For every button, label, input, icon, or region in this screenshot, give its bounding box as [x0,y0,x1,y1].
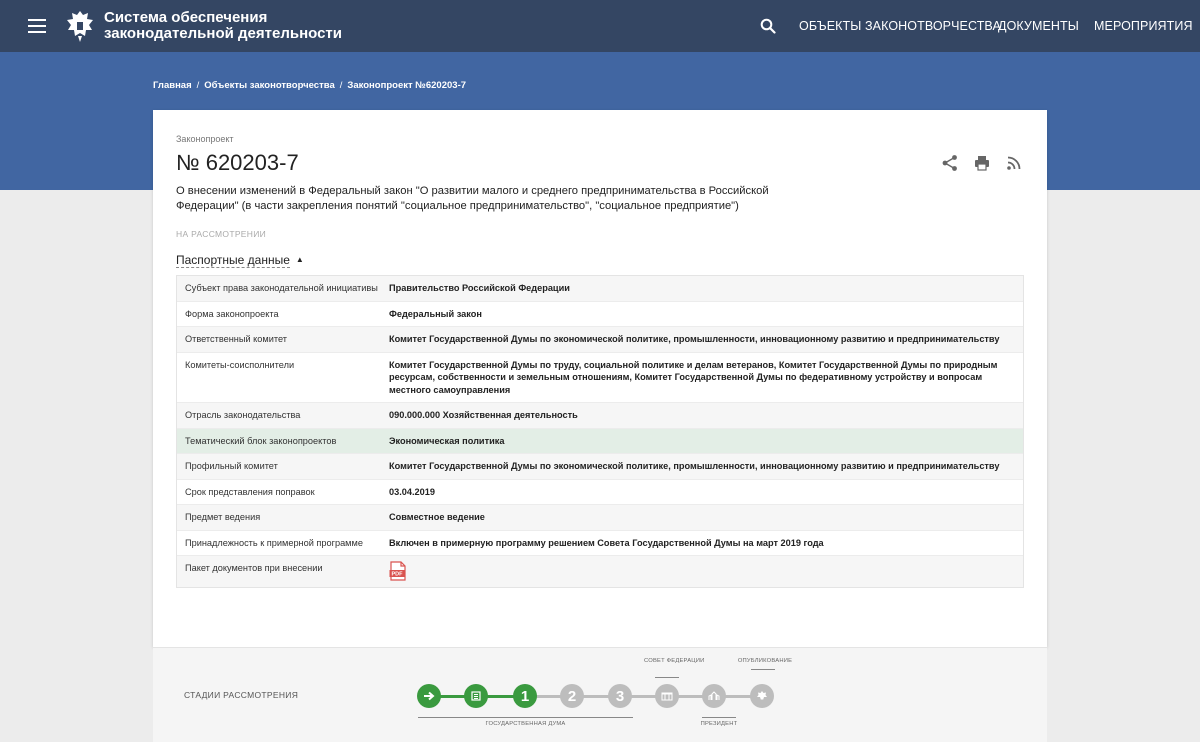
passport-row: Предмет ведения Совместное ведение [177,505,1023,531]
eagle-icon [757,691,767,700]
hamburger-menu-icon[interactable] [28,19,46,33]
caption-president: ПРЕЗИДЕНТ [700,721,738,727]
passport-key: Субъект права законодательной инициативы [185,283,378,293]
passport-table: Субъект права законодательной инициативы… [176,275,1024,588]
stages-section: СТАДИИ РАССМОТРЕНИЯ СОВЕТ ФЕДЕРАЦИИ ОПУБ… [153,647,1047,742]
passport-key: Тематический блок законопроектов [185,435,337,446]
caption-federation-council: СОВЕТ ФЕДЕРАЦИИ [644,658,705,664]
caption-line-president [702,717,736,718]
passport-row: Профильный комитет Комитет Государственно… [177,454,1023,480]
passport-data-toggle[interactable]: Паспортные данные ▲ [176,253,304,268]
bill-actions [941,154,1023,172]
passport-value: 090.000.000 Хозяйственная деятельность [389,410,578,420]
caption-duma: ГОСУДАРСТВЕННАЯ ДУМА [485,721,566,727]
bill-number: № 620203-7 [176,150,299,175]
passport-value: Экономическая политика [389,435,505,446]
svg-text:PDF: PDF [392,572,404,578]
nav-events[interactable]: МЕРОПРИЯТИЯ [1094,19,1193,33]
print-icon[interactable] [973,154,991,172]
passport-key: Пакет документов при внесении [185,563,323,573]
passport-value: Комитет Государственной Думы по экономич… [389,334,1000,344]
stage-third-reading[interactable]: 3 [608,684,632,708]
passport-toggle-label: Паспортные данные [176,253,290,268]
stage-preliminary[interactable] [464,684,488,708]
passport-row: Форма законопроекта Федеральный закон [177,301,1023,327]
caret-up-icon: ▲ [295,255,304,264]
stage-federation-council[interactable] [655,684,679,708]
caption-line-federation-council [655,677,679,678]
passport-key: Предмет ведения [185,512,261,522]
breadcrumb-current: Законопроект №620203-7 [347,80,467,91]
passport-value: Комитет Государственной Думы по труду, с… [389,359,998,395]
passport-key: Ответственный комитет [185,334,287,344]
caption-publication: ОПУБЛИКОВАНИЕ [737,658,793,664]
status-badge: НА РАССМОТРЕНИИ [176,229,267,239]
passport-row: Субъект права законодательной инициативы… [177,276,1023,302]
breadcrumb-legislative-objects[interactable]: Объекты законотворчества [204,80,334,91]
passport-value: PDF [389,556,1023,587]
breadcrumb: Главная / Объекты законотворчества / Законоп… [153,80,467,91]
kremlin-icon [708,691,720,700]
document-list-icon [471,691,481,701]
stage-publication[interactable] [750,684,774,708]
passport-row: Тематический блок законопроектов Экономич… [177,428,1023,454]
share-icon[interactable] [941,154,959,172]
arrow-right-icon [424,691,435,701]
passport-key: Форма законопроекта [185,308,279,319]
passport-key: Отрасль законодательства [185,410,301,420]
passport-row: Отрасль законодательства 090.000.000 Хозя… [177,403,1023,429]
passport-value: 03.04.2019 [389,486,435,497]
caption-line-duma [418,717,633,718]
building-icon [661,692,673,701]
search-icon[interactable] [760,18,776,34]
bill-card: Законопроект № 620203-7 О внесении измен… [153,110,1047,647]
bill-kind: Законопроект [176,134,234,144]
passport-key: Срок представления поправок [185,486,315,497]
stage-president[interactable] [702,684,726,708]
stage-second-reading[interactable]: 2 [560,684,584,708]
passport-row: Ответственный комитет Комитет Государстве… [177,327,1023,353]
emblem-icon[interactable] [64,8,96,44]
passport-key: Профильный комитет [185,461,278,471]
passport-value: Включен в примерную программу решением С… [389,537,824,548]
passport-row: Принадлежность к примерной программе Вклю… [177,530,1023,556]
site-title[interactable]: Система обеспечения законодательной деят… [104,10,344,42]
rss-icon[interactable] [1005,154,1023,172]
passport-key: Комитеты-соисполнители [185,359,295,370]
top-navigation-bar: Система обеспечения законодательной деят… [0,0,1200,52]
nav-legislative-objects[interactable]: ОБЪЕКТЫ ЗАКОНОТВОРЧЕСТВА [799,19,1001,33]
passport-value: Комитет Государственной Думы по экономич… [389,461,1000,471]
nav-documents[interactable]: ДОКУМЕНТЫ [998,19,1079,33]
stages-label: СТАДИИ РАССМОТРЕНИЯ [184,690,299,700]
pdf-icon[interactable]: PDF [389,561,407,581]
stage-introduction[interactable] [417,684,441,708]
caption-line-publication [751,669,775,670]
breadcrumb-home[interactable]: Главная [153,80,192,91]
passport-row: Срок представления поправок 03.04.2019 [177,479,1023,505]
bill-title: О внесении изменений в Федеральный закон… [176,185,769,212]
passport-value: Совместное ведение [389,512,485,522]
passport-key: Принадлежность к примерной программе [185,537,363,548]
passport-row: Пакет документов при внесении PDF [177,556,1023,587]
passport-value: Федеральный закон [389,308,482,319]
passport-value: Правительство Российской Федерации [389,283,570,293]
stage-first-reading[interactable]: 1 [513,684,537,708]
passport-row: Комитеты-соисполнители Комитет Государств… [177,352,1023,403]
